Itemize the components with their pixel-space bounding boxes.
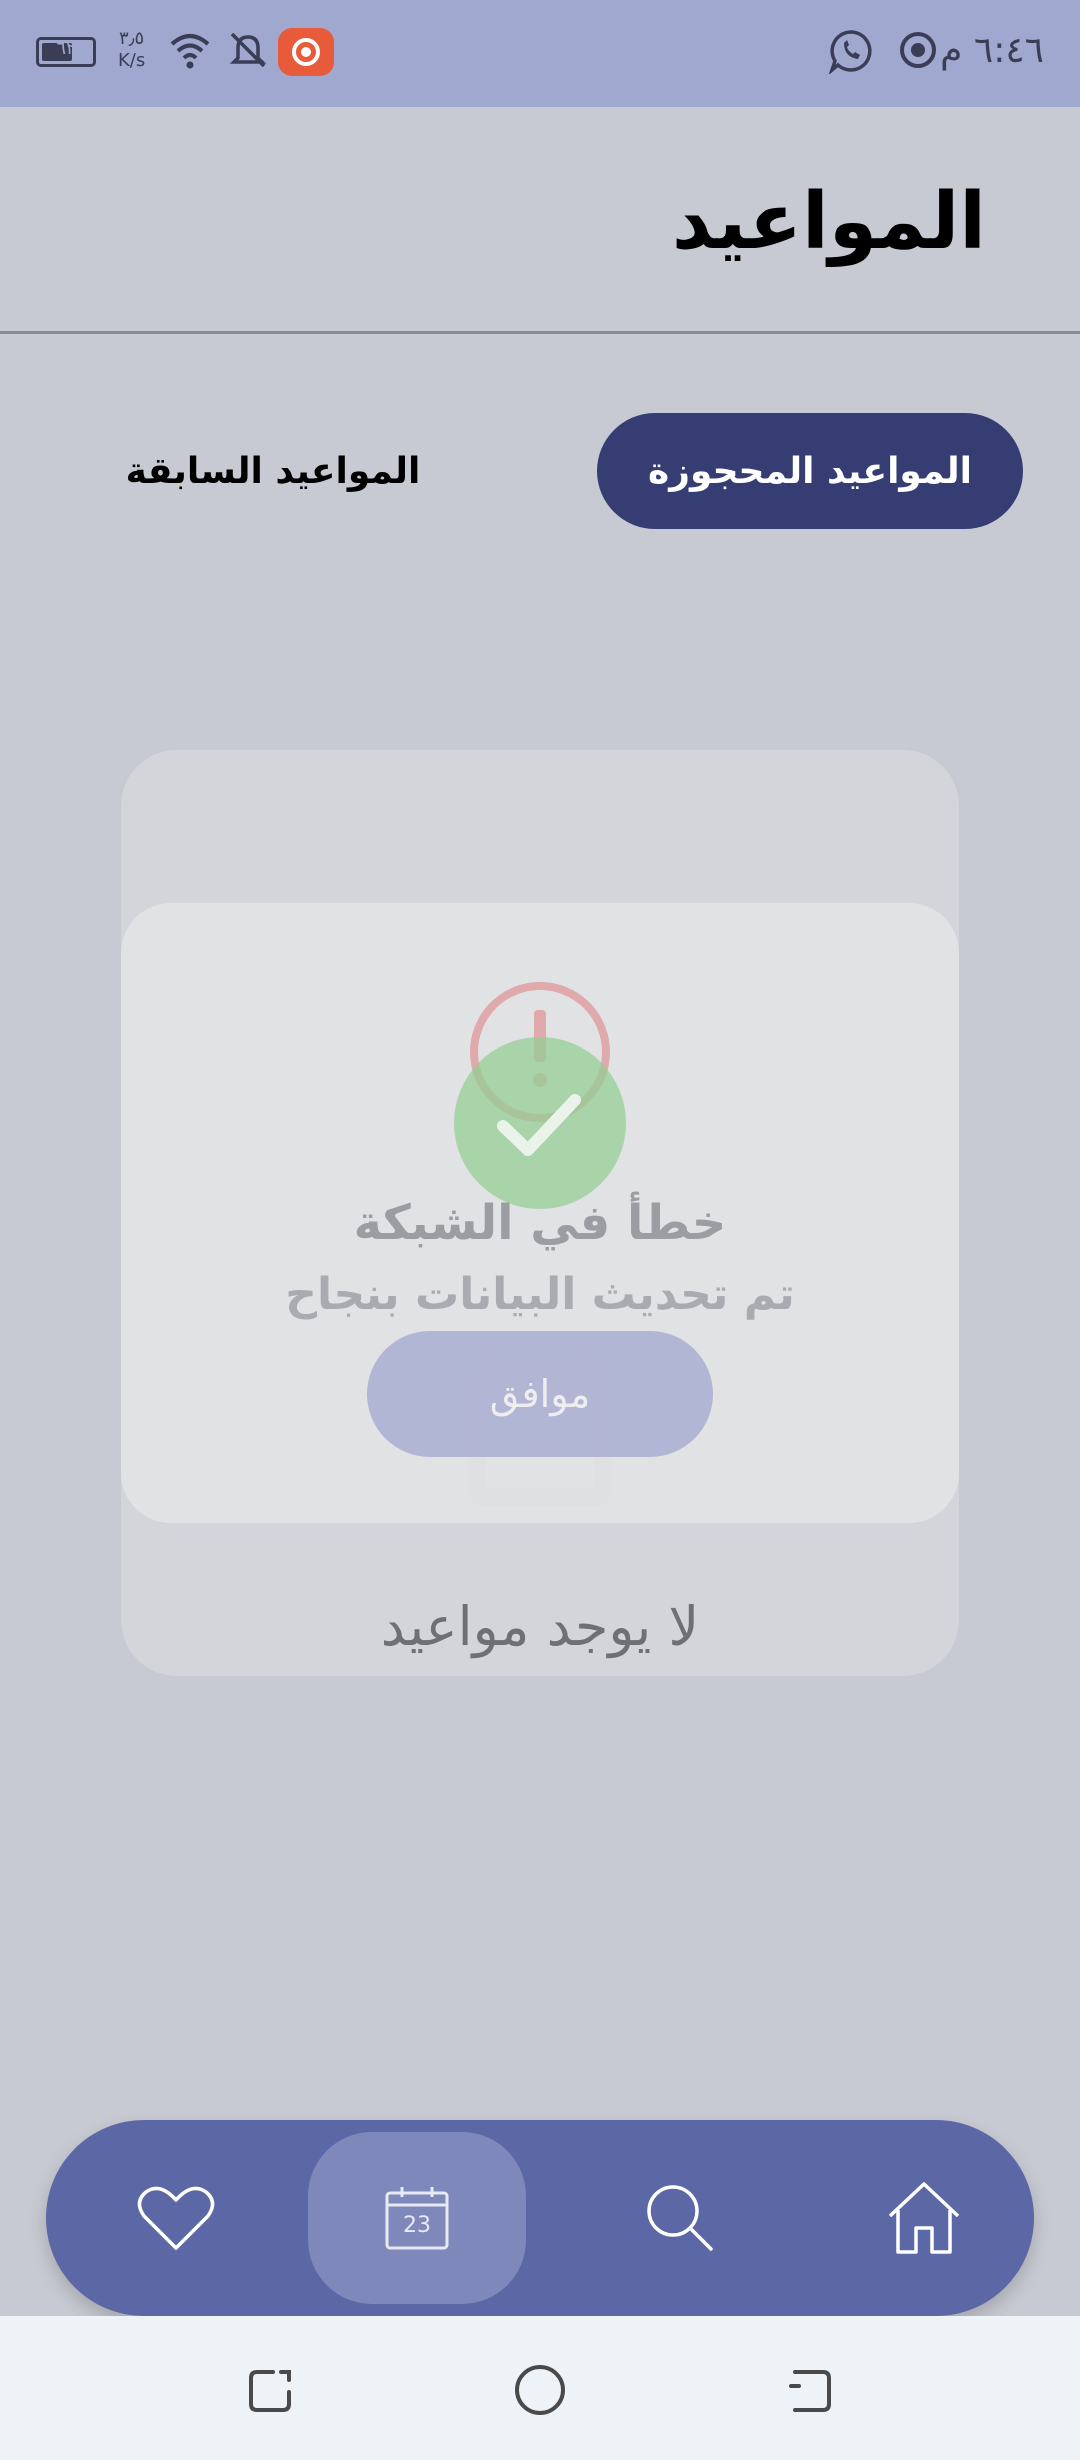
whatsapp-icon	[828, 30, 872, 74]
alert-dialog: خطأ في الشبكة تم تحديث البيانات بنجاح مو…	[121, 903, 959, 1523]
battery-icon: ٦٢	[36, 37, 96, 67]
back-icon[interactable]	[785, 2366, 835, 2416]
record-icon	[900, 32, 936, 68]
nav-favorites[interactable]	[116, 2120, 236, 2316]
app-header: المواعيد	[0, 107, 1080, 334]
notifications-off-icon	[229, 32, 267, 68]
network-speed-unit: K/s	[118, 50, 146, 71]
tab-previous-appointments[interactable]: المواعيد السابقة	[120, 413, 426, 529]
home-circle-icon[interactable]	[512, 2362, 568, 2418]
nav-search[interactable]	[620, 2120, 740, 2316]
battery-level: ٦٢	[56, 38, 76, 59]
heart-icon	[137, 2186, 215, 2250]
wifi-icon	[170, 34, 210, 69]
ok-button[interactable]: موافق	[367, 1331, 713, 1457]
recents-icon[interactable]	[245, 2366, 295, 2416]
nav-appointments[interactable]: 23	[308, 2132, 526, 2304]
tab-booked-appointments[interactable]: المواعيد المحجوزة	[597, 413, 1023, 529]
dialog-title: خطأ في الشبكة	[353, 1195, 727, 1251]
page-title: المواعيد	[671, 177, 986, 267]
home-icon	[888, 2182, 960, 2254]
bottom-nav: 23	[46, 2120, 1034, 2316]
success-check-icon	[454, 1037, 626, 1209]
screen-record-icon	[278, 28, 334, 76]
status-bar: ٦٢ ٣٫٥ K/s ٦:٤٦ م	[0, 0, 1080, 107]
network-speed: ٣٫٥ K/s	[118, 28, 145, 72]
network-speed-value: ٣٫٥	[119, 28, 145, 49]
system-navigation-bar	[0, 2316, 1080, 2460]
calendar-day: 23	[403, 2213, 431, 2238]
search-icon	[647, 2185, 713, 2251]
dialog-message: تم تحديث البيانات بنجاح	[285, 1269, 795, 1320]
clock: ٦:٤٦ م	[940, 30, 1044, 71]
calendar-icon: 23	[384, 2185, 450, 2251]
nav-home[interactable]	[864, 2120, 984, 2316]
empty-state-text: لا يوجد مواعيد	[380, 1595, 700, 1658]
